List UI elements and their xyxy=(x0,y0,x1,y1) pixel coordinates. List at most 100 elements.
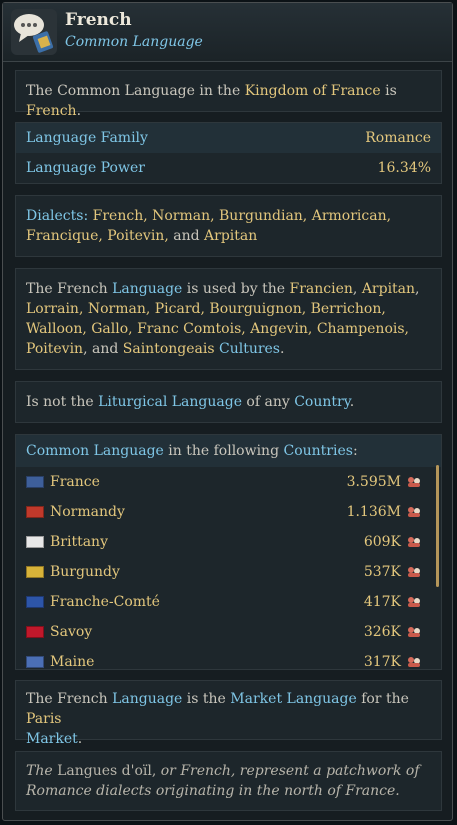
language-link[interactable]: Language xyxy=(112,691,182,707)
countries-header-text: in the following xyxy=(163,443,284,459)
flag-icon xyxy=(26,656,44,668)
comma: , xyxy=(415,281,420,297)
cultures-line-3: Walloon, Gallo, Franc Comtois, Angevin, … xyxy=(26,321,409,337)
speech-bubble-icon xyxy=(11,9,57,55)
population-icon xyxy=(408,597,420,607)
cultures-text: The French xyxy=(26,281,113,297)
country-name[interactable]: Franche-Comté xyxy=(50,592,364,612)
market-link[interactable]: Market xyxy=(26,731,78,747)
flag-icon xyxy=(26,596,44,608)
cultures-text-2: is used by the xyxy=(182,281,290,297)
liturgical-text: Is not the xyxy=(26,394,99,410)
cultures-panel: The French Language is used by the Franc… xyxy=(15,268,442,370)
population-icon xyxy=(408,507,420,517)
colon: : xyxy=(352,443,358,459)
country-row[interactable]: Burgundy 537K xyxy=(26,557,431,587)
flag-icon xyxy=(26,506,44,518)
intro-period: . xyxy=(76,103,82,119)
language-family-label[interactable]: Language Family xyxy=(26,128,148,148)
paris-link[interactable]: Paris xyxy=(26,711,62,727)
tooltip-header: French Common Language xyxy=(3,3,452,62)
stats-panel: Language Family Romance Language Power 1… xyxy=(15,122,442,184)
liturgical-language-link[interactable]: Liturgical Language xyxy=(98,394,242,410)
population-value: 1.136M xyxy=(346,504,401,520)
culture-francien[interactable]: Francien xyxy=(290,281,353,297)
intro-panel: The Common Language in the Kingdom of Fr… xyxy=(15,70,442,119)
dialects-last: Arpitan xyxy=(204,228,258,244)
intro-text-2: is xyxy=(380,83,397,99)
countries-link[interactable]: Countries xyxy=(283,441,352,461)
population-icon xyxy=(408,567,420,577)
country-name[interactable]: Burgundy xyxy=(50,562,364,582)
country-name[interactable]: Maine xyxy=(50,652,364,669)
population-icon xyxy=(408,627,420,637)
country-row[interactable]: Brittany 609K xyxy=(26,527,431,557)
period: . xyxy=(77,731,83,747)
population-value: 417K xyxy=(363,594,401,610)
flavor-text-3: Romance dialects originating in the nort… xyxy=(26,783,400,799)
flag-icon xyxy=(26,536,44,548)
flag-icon xyxy=(26,626,44,638)
language-power-value: 16.34% xyxy=(377,160,431,176)
language-power-label[interactable]: Language Power xyxy=(26,158,145,178)
population-value: 609K xyxy=(363,534,401,550)
cultures-line-2: Lorrain, Norman, Picard, Bourguignon, Be… xyxy=(26,301,386,317)
population-value: 317K xyxy=(363,654,401,670)
scrollbar[interactable] xyxy=(436,465,439,587)
dialects-label: Dialects: xyxy=(26,208,89,224)
market-panel: The French Language is the Market Langua… xyxy=(15,680,442,747)
country-row[interactable]: Franche-Comté 417K xyxy=(26,587,431,617)
flag-icon xyxy=(26,566,44,578)
language-name: French xyxy=(26,103,77,119)
dialects-and: and xyxy=(168,228,205,244)
country-name[interactable]: Brittany xyxy=(50,532,364,552)
country-name[interactable]: Savoy xyxy=(50,622,364,642)
liturgical-panel: Is not the Liturgical Language of any Co… xyxy=(15,381,442,423)
population-value: 326K xyxy=(363,624,401,640)
country-row[interactable]: France 3.595M xyxy=(26,467,431,497)
market-text-2: is the xyxy=(182,691,231,707)
page-subtitle: Common Language xyxy=(65,34,203,50)
countries-panel: Common Language in the following Countri… xyxy=(15,434,442,670)
culture-arpitan[interactable]: Arpitan xyxy=(362,281,415,297)
flavor-text-panel: The Langues d'oïl, or French, represent … xyxy=(15,751,442,811)
liturgical-text-2: of any xyxy=(241,394,295,410)
culture-saintongeais[interactable]: Saintongeais xyxy=(123,341,215,357)
kingdom-link[interactable]: Kingdom of France xyxy=(245,83,381,99)
population-icon xyxy=(408,537,420,547)
cultures-and: , and xyxy=(83,341,123,357)
market-text-3: for the xyxy=(356,691,409,707)
country-row[interactable]: Normandy 1.136M xyxy=(26,497,431,527)
period: . xyxy=(349,394,355,410)
country-list[interactable]: France 3.595M Normandy 1.136M Brittany 609K Bu… xyxy=(26,467,431,670)
population-value: 3.595M xyxy=(346,474,401,490)
language-power-row: Language Power 16.34% xyxy=(26,153,431,183)
flag-icon xyxy=(26,476,44,488)
population-value: 537K xyxy=(363,564,401,580)
flavor-text: The xyxy=(26,763,53,779)
population-icon xyxy=(408,657,420,667)
language-family-value: Romance xyxy=(365,130,431,146)
dialects-list-2: Francique, Poitevin, xyxy=(26,228,169,244)
population-icon xyxy=(408,477,420,487)
tooltip-window: French Common Language The Common Langua… xyxy=(2,2,453,821)
dialects-panel: Dialects: French, Norman, Burgundian, Ar… xyxy=(15,195,442,257)
intro-text: The Common Language in the xyxy=(26,83,245,99)
page-title: French xyxy=(65,10,132,30)
period: . xyxy=(280,341,285,357)
countries-header: Common Language in the following Countri… xyxy=(16,435,441,467)
country-row[interactable]: Maine 317K xyxy=(26,647,431,670)
country-name[interactable]: Normandy xyxy=(50,502,347,522)
cultures-link[interactable]: Cultures xyxy=(215,341,280,357)
country-link[interactable]: Country xyxy=(294,394,350,410)
language-link[interactable]: Language xyxy=(112,281,182,297)
common-language-link[interactable]: Common Language xyxy=(26,441,164,461)
flavor-term: Langues d'oïl, xyxy=(52,763,161,779)
culture-poitevin[interactable]: Poitevin xyxy=(26,341,83,357)
market-text: The French xyxy=(26,691,113,707)
country-row[interactable]: Savoy 326K xyxy=(26,617,431,647)
market-language-link[interactable]: Market Language xyxy=(230,691,356,707)
country-name[interactable]: France xyxy=(50,472,347,492)
flavor-text-2: or French, represent a patchwork of xyxy=(160,763,420,779)
language-family-row: Language Family Romance xyxy=(16,123,441,153)
